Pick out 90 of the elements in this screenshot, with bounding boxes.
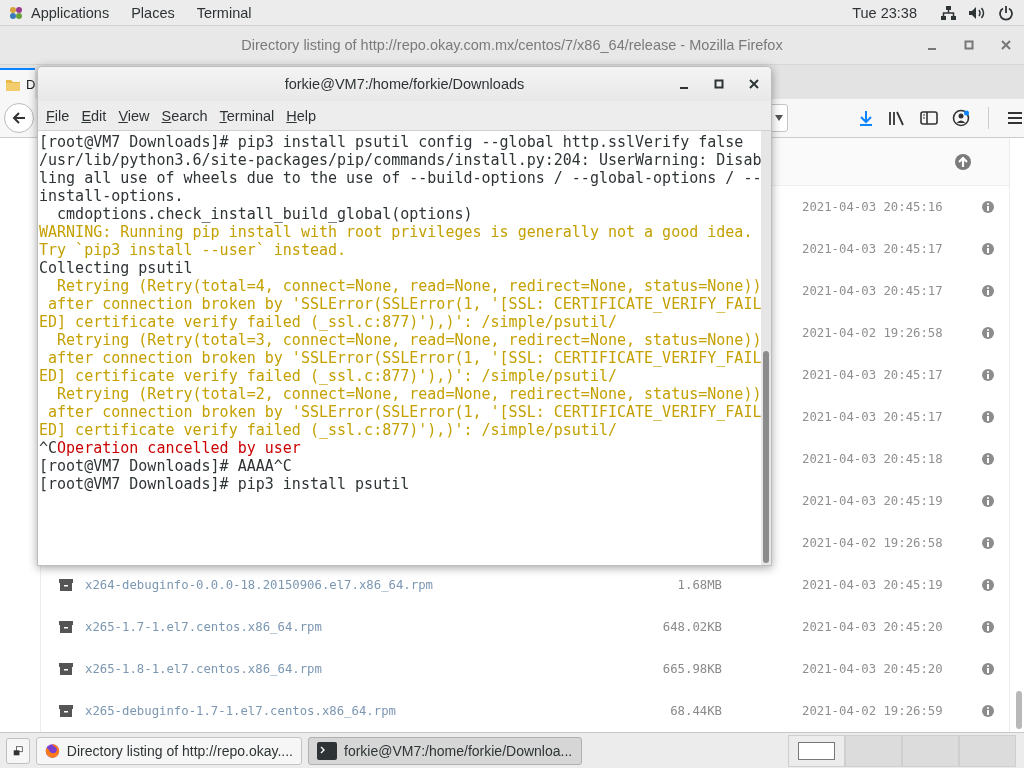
info-icon[interactable] [982, 285, 994, 297]
browser-tab[interactable]: D [0, 68, 36, 99]
menu-item[interactable]: View [112, 107, 156, 124]
info-icon[interactable] [982, 369, 994, 381]
terminal-line: WARNING: Running pip install with root privileges is generally not a good idea. [39, 223, 754, 241]
file-size: 68.44KB [669, 704, 723, 718]
terminal-line: install-options. [39, 187, 185, 205]
info-icon[interactable] [982, 663, 994, 675]
terminal-line: Retrying (Retry(total=4, connect=None, read=None, redirect=None, status=None)) [56, 277, 762, 295]
menu-item[interactable]: Help [280, 107, 323, 124]
terminal-line: Try `pip3 install --user` instead. [39, 241, 348, 259]
terminal-line: ^COperation cancelled by user [39, 439, 302, 457]
file-size: 648.02KB [661, 620, 723, 634]
terminal-line: /usr/lib/python3.6/site-packages/pip/commands/install.py:204: UserWarning: Disab [39, 151, 762, 169]
file-date: 2021-04-03 20:45:17 [802, 284, 944, 298]
terminal-line: [root@VM7 Downloads]# pip3 install psutil config --global http.sslVerify false [39, 133, 745, 151]
terminal-line: [root@VM7 Downloads]# pip3 install psutil [39, 475, 411, 493]
archive-icon [59, 663, 73, 675]
file-size: 1.68MB [676, 578, 723, 592]
power-icon[interactable] [998, 4, 1014, 21]
terminal-line: after connection broken by 'SSLError(SSLError(1, '[SSL: CERTIFICATE_VERIFY_FAIL [47, 295, 762, 313]
menu-icon[interactable] [1007, 111, 1023, 125]
window-title: Directory listing of http://repo.okay.com.mx/centos/7/x86_64/release - Mozilla Firefox [241, 37, 783, 53]
file-date: 2021-04-03 20:45:18 [802, 452, 944, 466]
dropdown-caret-icon[interactable] [775, 115, 783, 121]
workspace-button[interactable] [788, 734, 845, 767]
account-icon[interactable] [952, 109, 970, 127]
terminal-line: ED] certificate verify failed (_ssl.c:877)'),)': /simple/psutil/ [39, 367, 618, 385]
terminal-line: ED] certificate verify failed (_ssl.c:877)'),)': /simple/psutil/ [39, 313, 618, 331]
info-icon[interactable] [982, 201, 994, 213]
info-icon[interactable] [982, 579, 994, 591]
folder-icon [5, 77, 21, 92]
menu-item[interactable]: Terminal [213, 107, 281, 124]
menu-item[interactable]: Edit [75, 107, 113, 124]
info-icon[interactable] [982, 537, 994, 549]
file-date: 2021-04-02 19:26:59 [802, 704, 944, 718]
info-icon[interactable] [982, 327, 994, 339]
sidebar-icon[interactable] [920, 110, 938, 126]
file-date: 2021-04-03 20:45:17 [802, 368, 944, 382]
info-icon[interactable] [982, 495, 994, 507]
show-desktop-button[interactable] [6, 737, 30, 764]
up-arrow-icon[interactable] [955, 153, 971, 170]
file-date: 2021-04-03 20:45:16 [802, 200, 944, 214]
download-icon[interactable] [858, 110, 874, 126]
taskbar-button[interactable]: forkie@VM7:/home/forkie/Downloa... [308, 736, 582, 765]
apps-icon[interactable] [8, 4, 24, 21]
taskbar-button[interactable]: Directory listing of http://repo.okay.... [36, 736, 302, 765]
window-title: forkie@VM7:/home/forkie/Downloads [284, 76, 525, 92]
file-date: 2021-04-03 20:45:17 [802, 242, 944, 256]
network-icon[interactable] [940, 4, 956, 21]
maximize-icon[interactable] [714, 79, 724, 89]
terminal-line: Retrying (Retry(total=3, connect=None, read=None, redirect=None, status=None)) [56, 331, 762, 349]
menu-item[interactable]: Search [155, 107, 214, 124]
clock[interactable]: Tue 23:38 [852, 4, 917, 21]
close-icon[interactable] [749, 79, 759, 89]
info-icon[interactable] [982, 243, 994, 255]
top-menu[interactable]: Applications [24, 4, 121, 21]
file-date: 2021-04-03 20:45:20 [802, 620, 944, 634]
file-date: 2021-04-03 20:45:20 [802, 662, 944, 676]
terminal-line: [root@VM7 Downloads]# AAAA^C [39, 457, 293, 475]
terminal-line: after connection broken by 'SSLError(SSLError(1, '[SSL: CERTIFICATE_VERIFY_FAIL [47, 403, 762, 421]
menu-item[interactable]: File [40, 107, 76, 124]
archive-icon [59, 621, 73, 633]
terminal-line: ling all use of wheels due to the use of --build-options / --global-options / -- [39, 169, 762, 187]
terminal-line: ED] certificate verify failed (_ssl.c:877)'),)': /simple/psutil/ [39, 421, 618, 439]
file-date: 2021-04-02 19:26:58 [802, 536, 944, 550]
file-size: 665.98KB [661, 662, 723, 676]
terminal-icon [317, 741, 337, 760]
file-date: 2021-04-02 19:26:58 [802, 326, 944, 340]
info-icon[interactable] [982, 411, 994, 423]
info-icon[interactable] [982, 705, 994, 717]
back-arrow-icon [11, 110, 27, 126]
archive-icon [59, 705, 73, 717]
terminal-line: Collecting psutil [39, 259, 194, 277]
terminal-line: Retrying (Retry(total=2, connect=None, read=None, redirect=None, status=None)) [56, 385, 762, 403]
file-date: 2021-04-03 20:45:17 [802, 410, 944, 424]
info-icon[interactable] [982, 621, 994, 633]
terminal-line: after connection broken by 'SSLError(SSLError(1, '[SSL: CERTIFICATE_VERIFY_FAIL [47, 349, 762, 367]
top-menu[interactable]: Terminal [185, 4, 263, 21]
info-icon[interactable] [982, 453, 994, 465]
file-date: 2021-04-03 20:45:19 [802, 494, 944, 508]
terminal-line: cmdoptions.check_install_build_global(options) [56, 205, 474, 223]
library-icon[interactable] [888, 110, 906, 126]
scrollbar[interactable] [1016, 691, 1022, 729]
top-menu[interactable]: Places [120, 4, 186, 21]
scrollbar-thumb[interactable] [763, 351, 769, 563]
back-button[interactable] [4, 103, 34, 133]
windows-icon [13, 743, 23, 758]
archive-icon [59, 579, 73, 591]
file-date: 2021-04-03 20:45:19 [802, 578, 944, 592]
